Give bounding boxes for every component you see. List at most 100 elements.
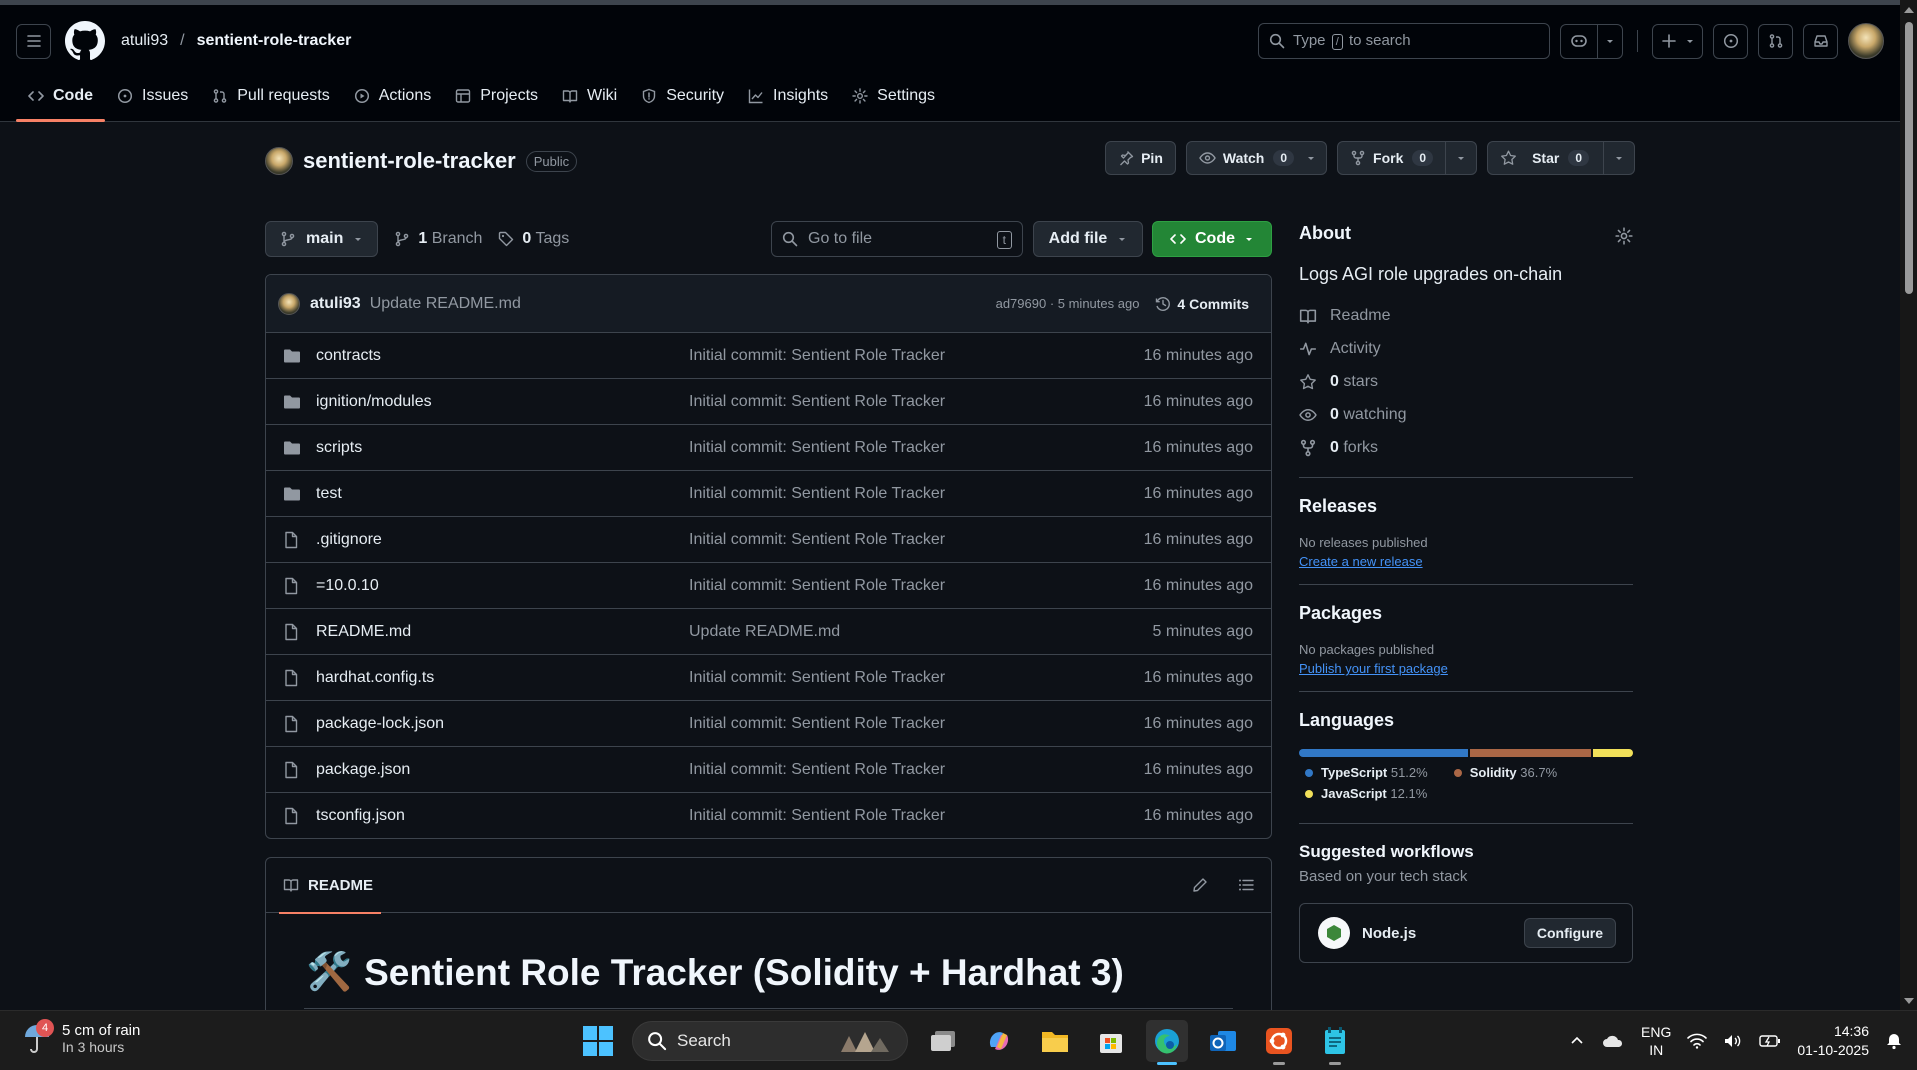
create-release-link[interactable]: Create a new release — [1299, 554, 1423, 569]
file-commit-message[interactable]: Initial commit: Sentient Role Tracker — [689, 485, 1144, 503]
page-scrollbar[interactable] — [1900, 0, 1917, 1010]
weather-widget[interactable]: 4 5 cm of rain In 3 hours — [22, 1019, 140, 1055]
ubuntu-icon[interactable] — [1258, 1020, 1300, 1065]
file-name[interactable]: test — [316, 485, 689, 503]
file-row[interactable]: .gitignore Initial commit: Sentient Role … — [266, 517, 1271, 563]
readme-tab[interactable]: README — [278, 858, 382, 914]
file-commit-message[interactable]: Update README.md — [689, 623, 1152, 641]
pencil-icon[interactable] — [1192, 877, 1208, 893]
windows-start-icon[interactable] — [578, 1021, 618, 1061]
tab-settings[interactable]: Settings — [840, 78, 947, 114]
commit-author[interactable]: atuli93 — [310, 295, 361, 313]
file-name[interactable]: ignition/modules — [316, 393, 689, 411]
scroll-down-arrow-icon[interactable] — [1904, 998, 1914, 1004]
file-commit-message[interactable]: Initial commit: Sentient Role Tracker — [689, 531, 1144, 549]
file-commit-message[interactable]: Initial commit: Sentient Role Tracker — [689, 439, 1144, 457]
add-file-button[interactable]: Add file — [1033, 221, 1143, 257]
file-row[interactable]: tsconfig.json Initial commit: Sentient Ro… — [266, 793, 1271, 838]
copilot-button[interactable] — [1560, 23, 1623, 59]
pin-button[interactable]: Pin — [1105, 141, 1176, 175]
edge-browser-icon[interactable] — [1146, 1020, 1188, 1065]
go-to-file-input[interactable]: Go to file t — [771, 221, 1023, 257]
file-name[interactable]: contracts — [316, 347, 689, 365]
global-search[interactable]: Type / to search — [1258, 23, 1550, 59]
tab-wiki[interactable]: Wiki — [550, 78, 629, 114]
repo-owner-avatar[interactable] — [265, 147, 293, 175]
releases-title[interactable]: Releases — [1299, 496, 1633, 517]
chevron-up-icon[interactable] — [1569, 1033, 1585, 1049]
plus-icon[interactable] — [1653, 25, 1685, 58]
tab-code[interactable]: Code — [16, 78, 105, 122]
file-commit-message[interactable]: Initial commit: Sentient Role Tracker — [689, 807, 1144, 825]
menu-button[interactable] — [16, 23, 51, 59]
create-dropdown-icon[interactable] — [1685, 25, 1702, 58]
activity-link[interactable]: Activity — [1299, 332, 1633, 365]
forks-link[interactable]: 0 forks — [1299, 431, 1633, 464]
notification-bell-icon[interactable] — [1885, 1032, 1903, 1050]
repo-title[interactable]: sentient-role-tracker — [303, 148, 516, 174]
file-commit-message[interactable]: Initial commit: Sentient Role Tracker — [689, 715, 1144, 733]
file-name[interactable]: tsconfig.json — [316, 807, 689, 825]
commit-message[interactable]: Update README.md — [370, 295, 521, 313]
tab-issues[interactable]: Issues — [105, 78, 200, 114]
file-row[interactable]: package.json Initial commit: Sentient Rol… — [266, 747, 1271, 793]
language-item[interactable]: TypeScript 51.2% — [1305, 765, 1428, 780]
microsoft-store-icon[interactable] — [1090, 1020, 1132, 1062]
commit-author-avatar[interactable] — [278, 292, 300, 315]
user-avatar[interactable] — [1848, 23, 1884, 59]
breadcrumb-repo[interactable]: sentient-role-tracker — [197, 32, 352, 50]
fork-dropdown-icon[interactable] — [1445, 142, 1476, 174]
file-row[interactable]: ignition/modules Initial commit: Sentient… — [266, 379, 1271, 425]
watch-button[interactable]: Watch 0 — [1185, 141, 1328, 175]
volume-icon[interactable] — [1723, 1033, 1743, 1049]
language-item[interactable]: Solidity 36.7% — [1453, 765, 1557, 780]
github-logo-icon[interactable] — [65, 21, 105, 61]
file-name[interactable]: package-lock.json — [316, 715, 689, 733]
file-name[interactable]: package.json — [316, 761, 689, 779]
file-explorer-icon[interactable] — [1034, 1020, 1076, 1062]
file-commit-message[interactable]: Initial commit: Sentient Role Tracker — [689, 669, 1144, 687]
copilot-app-icon[interactable] — [978, 1020, 1020, 1062]
code-button[interactable]: Code — [1152, 221, 1272, 257]
file-name[interactable]: =10.0.10 — [316, 577, 689, 595]
breadcrumb-owner[interactable]: atuli93 — [121, 32, 168, 50]
create-new-button[interactable] — [1652, 23, 1703, 59]
file-row[interactable]: scripts Initial commit: Sentient Role Tra… — [266, 425, 1271, 471]
battery-icon[interactable] — [1759, 1033, 1781, 1049]
configure-button[interactable]: Configure — [1523, 918, 1616, 948]
file-row[interactable]: README.md Update README.md 5 minutes ago — [266, 609, 1271, 655]
outlook-icon[interactable] — [1202, 1020, 1244, 1062]
wifi-icon[interactable] — [1687, 1033, 1708, 1049]
file-commit-message[interactable]: Initial commit: Sentient Role Tracker — [689, 347, 1144, 365]
language-item[interactable]: JavaScript 12.1% — [1305, 786, 1427, 801]
taskbar-search[interactable]: Search — [632, 1021, 908, 1061]
pull-requests-button[interactable] — [1758, 23, 1793, 59]
file-row[interactable]: hardhat.config.ts Initial commit: Sentien… — [266, 655, 1271, 701]
file-row[interactable]: test Initial commit: Sentient Role Tracke… — [266, 471, 1271, 517]
tab-pull-requests[interactable]: Pull requests — [200, 78, 342, 114]
branches-link[interactable]: 1 Branch — [394, 230, 482, 248]
file-name[interactable]: scripts — [316, 439, 689, 457]
branch-selector[interactable]: main — [265, 221, 379, 257]
task-view-icon[interactable] — [922, 1020, 964, 1062]
stars-link[interactable]: 0 stars — [1299, 365, 1633, 398]
tab-actions[interactable]: Actions — [342, 78, 443, 114]
file-row[interactable]: =10.0.10 Initial commit: Sentient Role Tr… — [266, 563, 1271, 609]
inbox-button[interactable] — [1803, 23, 1838, 59]
publish-package-link[interactable]: Publish your first package — [1299, 661, 1448, 676]
watch-dropdown-icon[interactable] — [1306, 142, 1326, 174]
file-name[interactable]: hardhat.config.ts — [316, 669, 689, 687]
star-button[interactable]: Star 0 — [1487, 141, 1635, 175]
tab-security[interactable]: Security — [629, 78, 736, 114]
readme-link[interactable]: Readme — [1299, 299, 1633, 332]
file-name[interactable]: .gitignore — [316, 531, 689, 549]
copilot-icon[interactable] — [1561, 25, 1597, 58]
file-row[interactable]: contracts Initial commit: Sentient Role T… — [266, 333, 1271, 379]
language-indicator[interactable]: ENG IN — [1641, 1023, 1671, 1059]
file-name[interactable]: README.md — [316, 623, 689, 641]
file-commit-message[interactable]: Initial commit: Sentient Role Tracker — [689, 761, 1144, 779]
scroll-up-arrow-icon[interactable] — [1904, 7, 1914, 13]
onedrive-cloud-icon[interactable] — [1601, 1033, 1625, 1049]
fork-button[interactable]: Fork 0 — [1337, 141, 1478, 175]
tags-link[interactable]: 0 Tags — [498, 230, 569, 248]
